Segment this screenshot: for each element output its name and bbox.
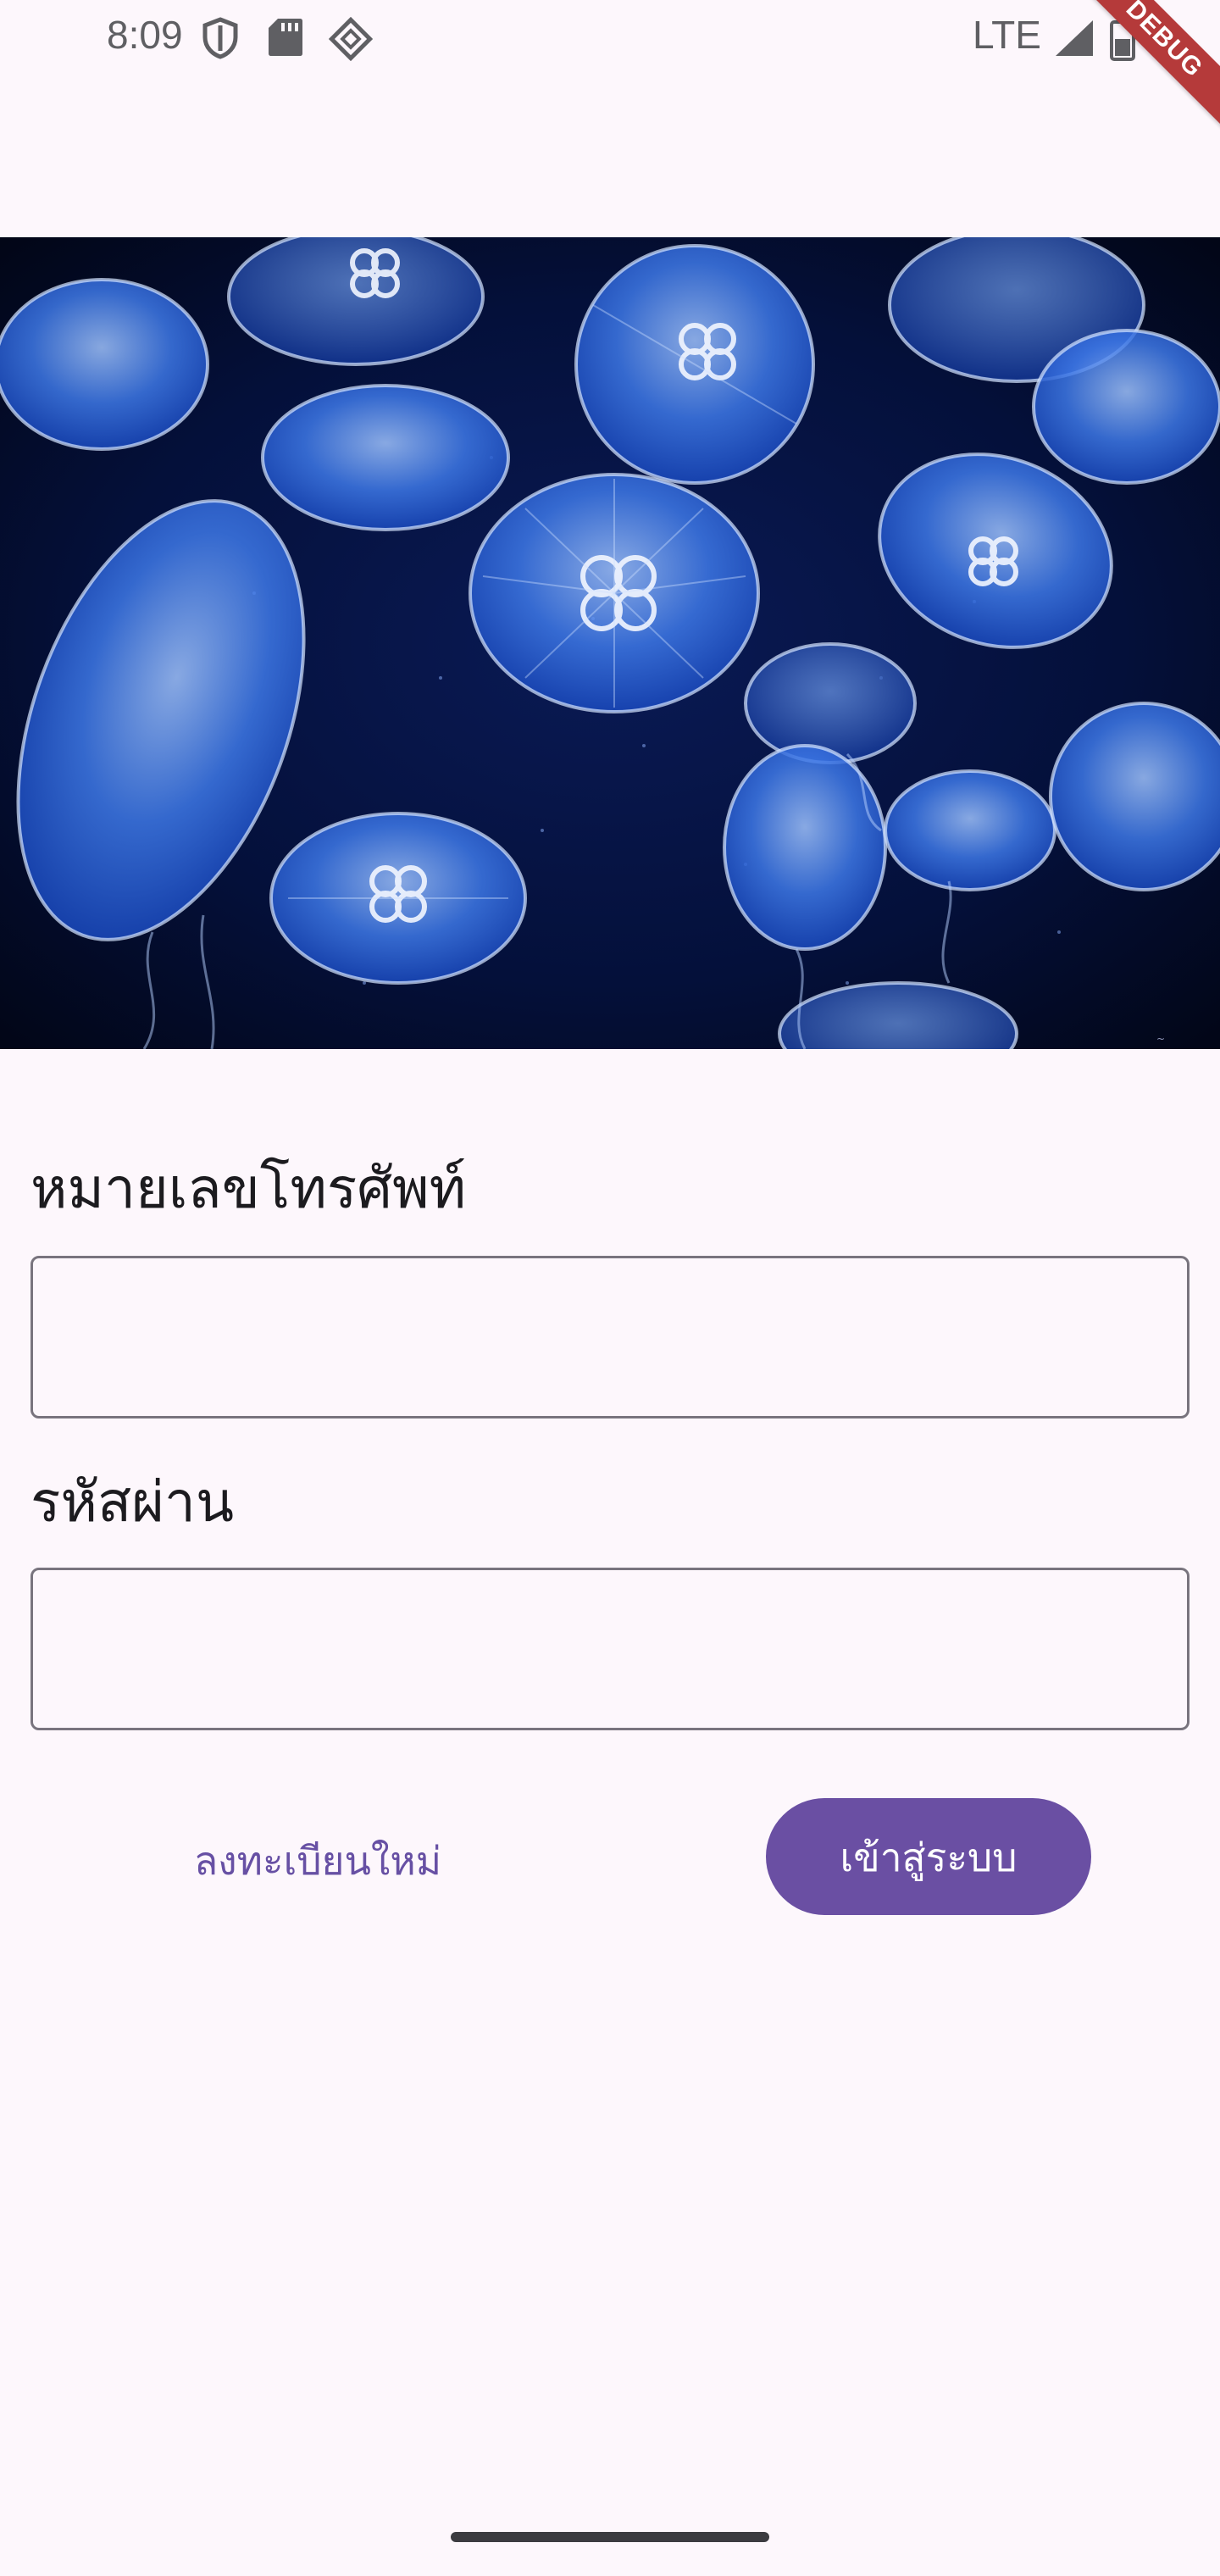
phone-label: หมายเลขโทรศัพท์: [30, 1156, 467, 1221]
password-input[interactable]: [30, 1568, 1190, 1730]
signal-icon: [1054, 19, 1095, 61]
svg-text:~: ~: [1156, 1033, 1165, 1045]
sd-card-icon: [268, 17, 303, 61]
password-label: รหัสผ่าน: [30, 1469, 235, 1535]
hero-image: ~: [0, 237, 1220, 1049]
register-button[interactable]: ลงทะเบียนใหม่: [136, 1813, 500, 1907]
status-bar: 8:09 LTE: [0, 0, 1220, 76]
login-screen: 8:09 LTE DEBUG ~ หมายเลขโทรศัพท์ รหัสผ่า…: [0, 0, 1220, 2576]
app-diamond-icon: [328, 16, 374, 64]
login-button[interactable]: เข้าสู่ระบบ: [766, 1798, 1091, 1915]
home-indicator[interactable]: [451, 2532, 769, 2542]
phone-input[interactable]: [30, 1256, 1190, 1418]
network-type: LTE: [973, 13, 1041, 57]
jellyfish-illustration: ~: [0, 237, 1220, 1049]
status-time: 8:09: [107, 13, 183, 57]
shield-icon: [200, 17, 241, 63]
